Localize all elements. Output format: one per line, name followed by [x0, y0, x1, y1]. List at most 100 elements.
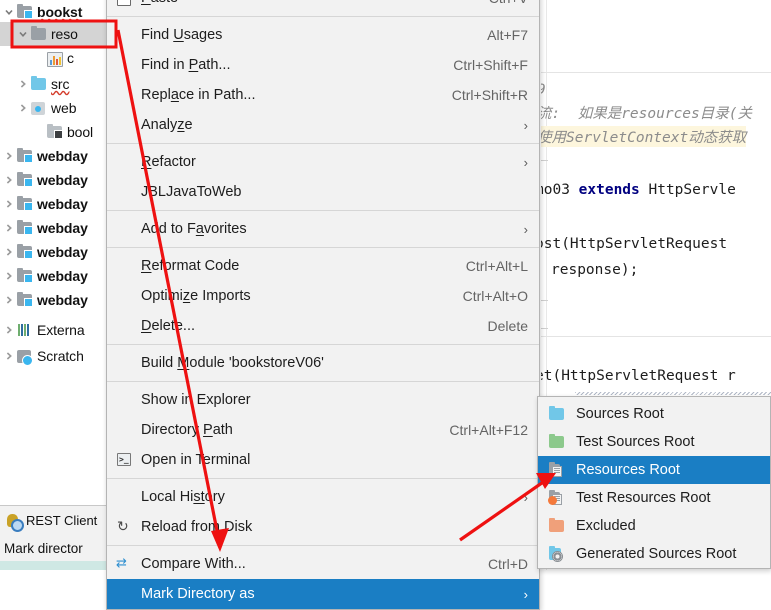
chevron-right-icon[interactable] [2, 247, 16, 257]
menu-item-shortcut: Alt+F7 [487, 27, 528, 43]
tree-row[interactable]: Externa [0, 318, 106, 342]
folder-test-resources-icon [548, 490, 568, 506]
tree-row[interactable]: bool [0, 120, 106, 144]
chevron-right-icon[interactable] [2, 175, 16, 185]
tree-row[interactable]: webday [0, 264, 106, 288]
tree-row[interactable]: c [0, 46, 106, 70]
submenu-item-label: Resources Root [576, 462, 680, 478]
submenu-item[interactable]: Sources Root [538, 400, 770, 428]
menu-item[interactable]: Find in Path... Ctrl+Shift+F [107, 50, 539, 80]
tree-row[interactable]: webday [0, 216, 106, 240]
menu-item[interactable]: Find Usages Alt+F7 [107, 20, 539, 50]
editor-fold-marker[interactable] [541, 160, 548, 161]
menu-item[interactable]: Local History › [107, 482, 539, 512]
folder-blue-icon [30, 76, 48, 92]
chevron-down-icon[interactable] [2, 7, 16, 17]
chevron-right-icon[interactable] [2, 295, 16, 305]
menu-item[interactable]: Delete... Delete [107, 311, 539, 341]
tree-row-label: Externa [37, 322, 85, 338]
menu-item-shortcut: Ctrl+Shift+F [453, 57, 528, 73]
menu-item[interactable]: Directory Path Ctrl+Alt+F12 [107, 415, 539, 445]
tree-row-label: webday [37, 220, 88, 236]
menu-item-shortcut: Ctrl+Alt+L [465, 258, 528, 274]
menu-item[interactable]: Optimize Imports Ctrl+Alt+O [107, 281, 539, 311]
context-menu[interactable]: Paste Ctrl+V Find Usages Alt+F7 Find in Path… [106, 0, 540, 610]
menu-item[interactable]: Refactor › [107, 147, 539, 177]
status-bar-accent [0, 561, 106, 570]
chevron-right-icon[interactable] [2, 271, 16, 281]
project-tree[interactable]: bookst reso c src web bool webday webday webday w… [0, 0, 106, 505]
menu-item[interactable]: >_ Open in Terminal [107, 445, 539, 475]
chevron-right-icon[interactable] [2, 325, 16, 335]
tree-row[interactable]: webday [0, 240, 106, 264]
menu-item-label: JBLJavaToWeb [141, 184, 242, 200]
chevron-right-icon[interactable] [2, 223, 16, 233]
menu-separator [107, 344, 539, 345]
tree-row-label: webday [37, 148, 88, 164]
submenu-item[interactable]: Generated Sources Root [538, 540, 770, 568]
tree-row[interactable]: webday [0, 288, 106, 312]
menu-item[interactable]: ↻ Reload from Disk [107, 512, 539, 542]
menu-item-icon-empty [115, 586, 135, 602]
menu-item-icon-empty [115, 318, 135, 334]
menu-item-icon-empty [115, 117, 135, 133]
menu-item-label: Optimize Imports [141, 288, 251, 304]
menu-item[interactable]: Mark Directory as › [107, 579, 539, 609]
rest-client-icon [6, 513, 24, 532]
tree-row[interactable]: web [0, 96, 106, 120]
menu-item[interactable]: Analyze › [107, 110, 539, 140]
chevron-right-icon[interactable] [2, 151, 16, 161]
folder-resources-icon [548, 462, 568, 478]
properties-file-icon [46, 50, 64, 67]
chevron-right-icon[interactable] [2, 351, 16, 361]
menu-item[interactable]: Build Module 'bookstoreV06' [107, 348, 539, 378]
tree-row-label: bookst [37, 4, 83, 20]
editor-fold-marker[interactable] [541, 328, 548, 329]
menu-item-label: Refactor [141, 154, 196, 170]
menu-item[interactable]: Show in Explorer [107, 385, 539, 415]
scratches-icon [16, 348, 34, 366]
tree-row[interactable]: reso [0, 22, 106, 46]
menu-item-label: Mark Directory as [141, 586, 255, 602]
submenu-item[interactable]: Test Resources Root [538, 484, 770, 512]
tree-row-label: web [51, 100, 77, 116]
menu-separator [107, 545, 539, 546]
web-folder-icon [30, 100, 48, 116]
rest-client-tab[interactable]: REST Client [0, 505, 106, 535]
submenu-item[interactable]: Test Sources Root [538, 428, 770, 456]
menu-item-icon-empty [115, 489, 135, 505]
chevron-right-icon[interactable] [2, 199, 16, 209]
menu-item[interactable]: Reformat Code Ctrl+Alt+L [107, 251, 539, 281]
menu-item[interactable]: Paste Ctrl+V [107, 0, 539, 13]
menu-item[interactable]: Add to Favorites › [107, 214, 539, 244]
chevron-right-icon: › [523, 154, 528, 170]
terminal-icon: >_ [115, 452, 135, 468]
folder-module-icon [16, 268, 34, 284]
chevron-right-icon[interactable] [16, 103, 30, 113]
submenu-item[interactable]: Excluded [538, 512, 770, 540]
menu-separator [107, 16, 539, 17]
folder-gray-icon [30, 26, 48, 42]
tree-row[interactable]: src [0, 72, 106, 96]
submenu-item-label: Sources Root [576, 406, 664, 422]
tree-row[interactable]: webday [0, 144, 106, 168]
chevron-down-icon[interactable] [16, 29, 30, 39]
chevron-right-icon[interactable] [16, 79, 30, 89]
menu-item-icon-empty [115, 221, 135, 237]
menu-item-label: Directory Path [141, 422, 233, 438]
folder-module-icon [16, 148, 34, 164]
submenu-item-label: Test Sources Root [576, 434, 695, 450]
editor-line: ost(HttpServletRequest [541, 236, 728, 252]
tree-row-label: bool [67, 124, 94, 140]
tree-row[interactable]: bookst [0, 0, 106, 24]
menu-item-icon-empty [115, 57, 135, 73]
menu-item[interactable]: Replace in Path... Ctrl+Shift+R [107, 80, 539, 110]
menu-item[interactable]: ⇄ Compare With... Ctrl+D [107, 549, 539, 579]
tree-row[interactable]: webday [0, 168, 106, 192]
mark-directory-as-submenu[interactable]: Sources Root Test Sources Root Resources R… [537, 396, 771, 569]
submenu-item[interactable]: Resources Root [538, 456, 770, 484]
menu-item[interactable]: JBLJavaToWeb [107, 177, 539, 207]
tree-row[interactable]: Scratch [0, 344, 106, 368]
tree-row[interactable]: webday [0, 192, 106, 216]
editor-fold-marker[interactable] [541, 300, 548, 301]
